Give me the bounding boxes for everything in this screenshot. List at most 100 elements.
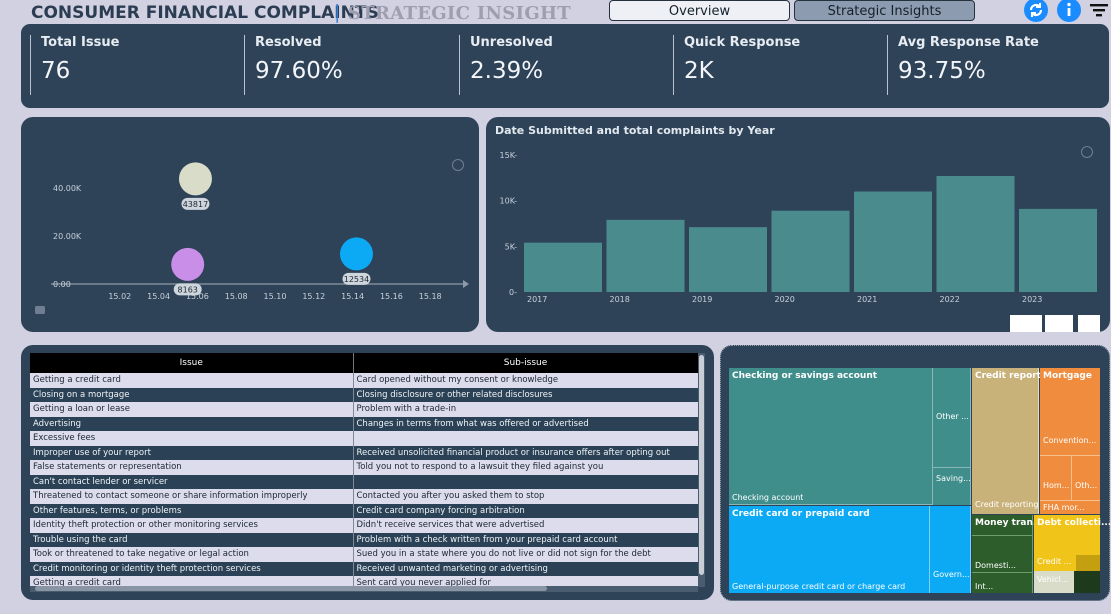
- x-tick-label: 2021: [857, 295, 877, 304]
- chart-tooltip-block: [1045, 315, 1073, 332]
- kpi-resolved: Resolved 97.60%: [244, 35, 343, 95]
- treemap-tile-credit-reporting[interactable]: Credit reporti... Credit reporting: [972, 368, 1054, 514]
- treemap-subtile-conventional[interactable]: Convention...: [1040, 368, 1100, 456]
- title-separator: |: [334, 1, 341, 23]
- treemap-label: Vehicl...: [1037, 575, 1069, 584]
- treemap-label: FHA mor...: [1043, 503, 1085, 512]
- table-row[interactable]: Closing on a mortgage Closing disclosure …: [30, 387, 698, 402]
- x-axis-arrow: [463, 280, 469, 288]
- kpi-value: 2.39%: [470, 58, 544, 84]
- sub-issue-cell: Changes in terms from what was offered o…: [353, 416, 698, 431]
- data-label: 43817: [183, 200, 208, 209]
- sub-issue-cell: Didn't receive services that were advert…: [353, 518, 698, 533]
- treemap-subtile-domestic[interactable]: Domesti...: [972, 535, 1033, 573]
- filter-icon[interactable]: [1090, 2, 1108, 18]
- info-icon[interactable]: [1057, 0, 1081, 22]
- kpi-value: 97.60%: [255, 58, 343, 84]
- nav-overview-button[interactable]: Overview: [609, 0, 790, 21]
- kpi-label: Total Issue: [41, 35, 120, 50]
- y-tick-label: 15K-: [500, 151, 518, 160]
- table-row[interactable]: Other features, terms, or problems Credit…: [30, 503, 698, 518]
- bar: [936, 176, 1015, 292]
- treemap-tile-other[interactable]: [1074, 571, 1100, 593]
- issue-table: Issue Sub-issue Getting a credit card Car…: [30, 353, 698, 591]
- sub-issue-cell: [353, 474, 698, 489]
- treemap-subtile-debt-credit[interactable]: Credit ...: [1034, 555, 1076, 571]
- table-row[interactable]: Advertising Changes in terms from what wa…: [30, 416, 698, 431]
- treemap-subtile-international[interactable]: Int...: [972, 573, 1033, 593]
- x-tick-label: 15.14: [341, 292, 364, 301]
- treemap-subtile-mortgage-other[interactable]: Oth...: [1072, 456, 1100, 500]
- bar-chart: 15K- 10K- 5K- 0- 2017 2018 2019 2020 2021 2022 202…: [500, 146, 1097, 304]
- treemap-tile-money-transfer[interactable]: Money tran... Domesti... Int...: [972, 515, 1043, 593]
- bar-chart-title: Date Submitted and total complaints by Y…: [495, 124, 775, 137]
- page-title: CONSUMER FINANCIAL COMPLAINTS: [31, 3, 379, 23]
- bar: [689, 227, 767, 292]
- table-horizontal-scrollbar[interactable]: [30, 586, 698, 592]
- y-tick-label: 0-: [509, 288, 517, 297]
- table-row[interactable]: False statements or representation Told y…: [30, 460, 698, 475]
- x-tick-label: 15.12: [302, 292, 325, 301]
- x-tick-label: 15.16: [380, 292, 403, 301]
- scatter-chart-panel: 40.00K 20.00K 0.00 15.02 15.04 15.06 15.08 15.1…: [21, 117, 479, 332]
- issue-cell: Identity theft protection or other monit…: [30, 518, 354, 533]
- scatter-point: [178, 162, 212, 196]
- table-row[interactable]: Took or threatened to take negative or l…: [30, 547, 698, 562]
- column-header-sub-issue[interactable]: Sub-issue: [353, 353, 698, 373]
- issue-cell: Advertising: [30, 416, 354, 431]
- x-tick-label: 2022: [940, 295, 960, 304]
- issue-cell: Took or threatened to take negative or l…: [30, 547, 354, 562]
- help-icon: [1081, 146, 1093, 158]
- treemap-subtile-savings[interactable]: Saving...: [933, 468, 971, 505]
- table-row[interactable]: Getting a credit card Card opened without…: [30, 373, 698, 388]
- column-header-issue[interactable]: Issue: [30, 353, 354, 373]
- table-row[interactable]: Can't contact lender or servicer: [30, 474, 698, 489]
- sub-issue-cell: Contacted you after you asked them to st…: [353, 489, 698, 504]
- treemap-label: Hom...: [1043, 481, 1070, 490]
- treemap-subtile-home-equity[interactable]: Hom...: [1040, 456, 1072, 500]
- treemap-label: Credit ...: [1037, 557, 1072, 566]
- issue-cell: Getting a credit card: [30, 373, 354, 388]
- kpi-quick-response: Quick Response 2K: [673, 35, 800, 95]
- table-row[interactable]: Excessive fees: [30, 431, 698, 446]
- refresh-icon[interactable]: [1024, 0, 1048, 22]
- y-tick-label: 0.00: [53, 280, 71, 289]
- treemap-subtile-government[interactable]: Govern...: [929, 506, 971, 593]
- kpi-value: 76: [41, 58, 71, 84]
- treemap-tile-credit-card[interactable]: Credit card or prepaid card General-purp…: [729, 506, 971, 593]
- sub-issue-cell: Sued you in a state where you do not liv…: [353, 547, 698, 562]
- table-row[interactable]: Threatened to contact someone or share i…: [30, 489, 698, 504]
- y-tick-label: 40.00K: [53, 184, 82, 193]
- treemap-subtile-checking-account[interactable]: Checking account: [729, 368, 933, 505]
- sub-issue-cell: Problem with a trade-in: [353, 402, 698, 417]
- x-tick-label: 2020: [775, 295, 795, 304]
- treemap-label: Checking account: [732, 493, 804, 502]
- x-tick-label: 15.04: [147, 292, 170, 301]
- treemap-tile-mortgage[interactable]: Mortgage Convention... Hom... Oth... FHA…: [1040, 368, 1100, 514]
- scrollbar-thumb[interactable]: [699, 355, 704, 575]
- table-row[interactable]: Getting a loan or lease Problem with a tr…: [30, 402, 698, 417]
- issue-cell: Can't contact lender or servicer: [30, 474, 354, 489]
- data-label: 12534: [344, 275, 369, 284]
- kpi-unresolved: Unresolved 2.39%: [459, 35, 553, 95]
- nav-strategic-insights-button[interactable]: Strategic Insights: [794, 0, 975, 21]
- kpi-label: Resolved: [255, 35, 322, 50]
- treemap-label: Debt collecti...: [1037, 518, 1111, 528]
- table-row[interactable]: Improper use of your report Received unso…: [30, 445, 698, 460]
- scrollbar-thumb[interactable]: [35, 586, 547, 591]
- x-tick-label: 2018: [610, 295, 630, 304]
- chart-tooltip-block: [1010, 315, 1042, 332]
- kpi-label: Unresolved: [470, 35, 553, 50]
- treemap-subtile-debt-other[interactable]: [1076, 555, 1100, 571]
- x-tick-label: 15.08: [225, 292, 248, 301]
- treemap-subtile-fha[interactable]: FHA mor...: [1040, 500, 1100, 514]
- issue-cell: Getting a loan or lease: [30, 402, 354, 417]
- table-vertical-scrollbar[interactable]: [698, 353, 705, 587]
- bar-chart-panel: Date Submitted and total complaints by Y…: [486, 117, 1110, 332]
- treemap-subtile-checking-other[interactable]: Other ...: [933, 368, 971, 468]
- table-row[interactable]: Trouble using the card Problem with a che…: [30, 532, 698, 547]
- treemap-tile-vehicle[interactable]: Vehicl...: [1034, 571, 1074, 593]
- table-row[interactable]: Credit monitoring or identity theft prot…: [30, 561, 698, 576]
- table-row[interactable]: Identity theft protection or other monit…: [30, 518, 698, 533]
- y-tick-label: 20.00K: [53, 232, 82, 241]
